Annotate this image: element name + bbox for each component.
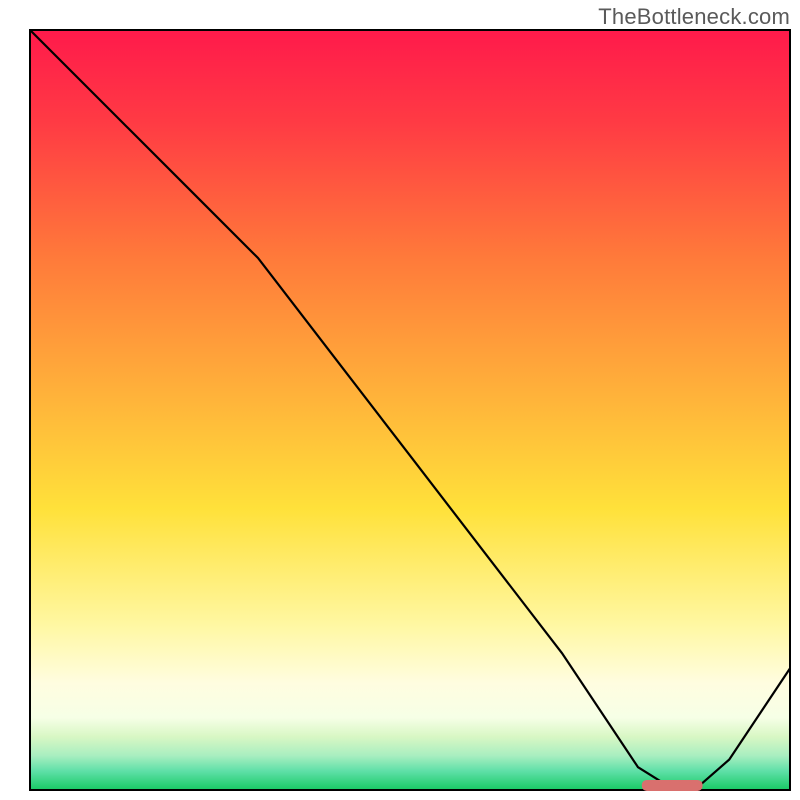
chart-container: TheBottleneck.com xyxy=(0,0,800,800)
chart-svg xyxy=(0,0,800,800)
optimal-range-marker xyxy=(642,780,703,791)
